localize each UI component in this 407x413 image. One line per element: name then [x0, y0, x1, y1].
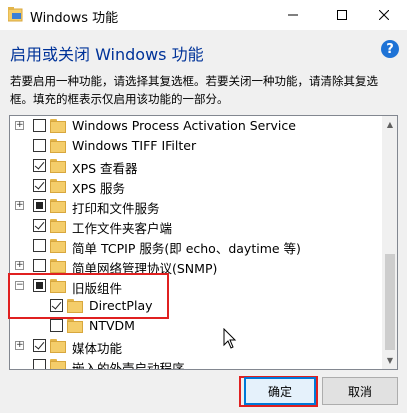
feature-label: 简单 TCPIP 服务(即 echo、daytime 等) [72, 241, 301, 256]
scroll-up-arrow-icon[interactable]: ▲ [382, 116, 397, 133]
feature-checkbox[interactable] [33, 159, 46, 172]
ok-button[interactable]: 确定 [244, 377, 316, 405]
cancel-button[interactable]: 取消 [322, 377, 398, 405]
folder-icon [50, 219, 66, 233]
feature-row[interactable]: XPS 查看器 [10, 156, 382, 176]
folder-icon [50, 199, 66, 213]
dialog-content: 启用或关闭 Windows 功能 ? 若要启用一种功能，请选择其复选框。若要关闭… [0, 30, 407, 413]
legacy-components-highlight [8, 273, 169, 319]
features-tree[interactable]: + Windows Process Activation Service Windo… [9, 115, 398, 370]
folder-icon [50, 259, 66, 273]
folder-icon [50, 119, 66, 133]
feature-row[interactable]: + 打印和文件服务 [10, 196, 382, 216]
close-icon [379, 10, 389, 20]
expand-icon[interactable]: + [15, 201, 24, 210]
feature-checkbox[interactable] [33, 119, 46, 132]
feature-label: NTVDM [89, 318, 135, 333]
feature-row[interactable]: + Windows Process Activation Service [10, 116, 382, 136]
feature-label: 嵌入的外壳启动程序 [72, 361, 185, 370]
feature-label: XPS 服务 [72, 181, 126, 196]
feature-label: Windows Process Activation Service [72, 118, 296, 133]
scroll-down-arrow-icon[interactable]: ▼ [382, 352, 397, 369]
feature-checkbox[interactable] [33, 239, 46, 252]
feature-row[interactable]: + 媒体功能 [10, 336, 382, 356]
maximize-button[interactable] [319, 0, 365, 30]
expand-icon[interactable]: + [15, 261, 24, 270]
folder-icon [67, 319, 83, 333]
feature-row[interactable]: XPS 服务 [10, 176, 382, 196]
feature-checkbox[interactable] [33, 219, 46, 232]
help-icon[interactable]: ? [381, 40, 399, 58]
feature-checkbox[interactable] [33, 139, 46, 152]
feature-checkbox[interactable] [33, 259, 46, 272]
dialog-heading: 启用或关闭 Windows 功能 [10, 45, 204, 64]
mouse-cursor-icon [223, 328, 237, 349]
feature-label: 工作文件夹客户端 [72, 221, 173, 236]
close-button[interactable] [361, 0, 407, 30]
feature-row[interactable]: 工作文件夹客户端 [10, 216, 382, 236]
feature-row[interactable]: NTVDM [10, 316, 382, 336]
feature-label: Windows TIFF IFilter [72, 138, 197, 153]
expand-icon[interactable]: + [15, 341, 24, 350]
feature-checkbox[interactable] [50, 319, 63, 332]
folder-icon [50, 139, 66, 153]
minimize-icon [288, 14, 298, 16]
feature-row[interactable]: 嵌入的外壳启动程序 [10, 356, 382, 370]
windows-features-icon [8, 7, 23, 22]
minimize-button[interactable] [270, 0, 316, 30]
expand-icon[interactable]: + [15, 121, 24, 130]
folder-icon [50, 239, 66, 253]
feature-row[interactable]: 简单 TCPIP 服务(即 echo、daytime 等) [10, 236, 382, 256]
folder-icon [50, 359, 66, 369]
scrollbar-thumb[interactable] [385, 254, 395, 350]
folder-icon [50, 179, 66, 193]
feature-label: 媒体功能 [72, 341, 123, 356]
feature-row[interactable]: Windows TIFF IFilter [10, 136, 382, 156]
feature-checkbox[interactable] [33, 179, 46, 192]
window-title: Windows 功能 [30, 11, 119, 26]
feature-label: 打印和文件服务 [72, 201, 160, 216]
features-list: + Windows Process Activation Service Windo… [10, 116, 382, 369]
feature-checkbox[interactable] [33, 359, 46, 369]
title-bar: Windows 功能 [0, 0, 407, 30]
folder-icon [50, 339, 66, 353]
feature-checkbox[interactable] [33, 199, 46, 212]
vertical-scrollbar[interactable]: ▲ ▼ [382, 116, 397, 369]
feature-checkbox[interactable] [33, 339, 46, 352]
feature-label: XPS 查看器 [72, 161, 138, 176]
folder-icon [50, 159, 66, 173]
maximize-icon [337, 10, 347, 20]
description-text: 若要启用一种功能，请选择其复选框。若要关闭一种功能，请清除其复选框。填充的框表示… [10, 74, 378, 106]
